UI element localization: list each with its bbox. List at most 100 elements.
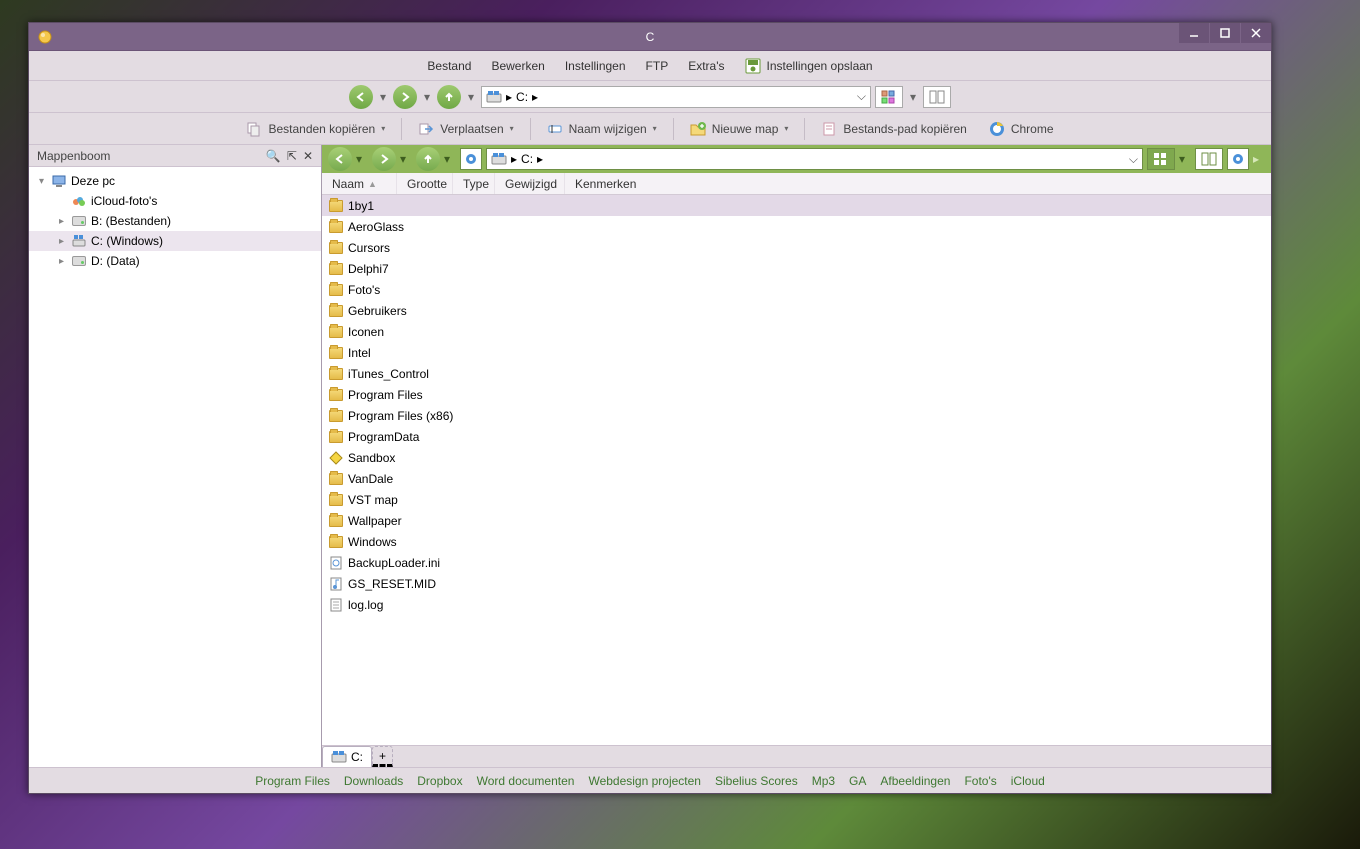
nav-back-dropdown[interactable]: ▾ [377,85,389,109]
content-forward-button[interactable] [372,147,396,171]
maximize-button[interactable] [1210,23,1240,43]
content-gear-button[interactable] [1227,148,1249,170]
file-list[interactable]: 1by1AeroGlassCursorsDelphi7Foto'sGebruik… [322,195,1271,745]
content-forward-dropdown[interactable]: ▾ [400,152,412,166]
menu-save-settings[interactable]: Instellingen opslaan [737,54,881,78]
file-row[interactable]: VanDale [322,468,1271,489]
content-address-bar[interactable]: ▸ C: ▸ ⌵ [486,148,1143,170]
content-play-button[interactable]: ▸ [1253,152,1265,166]
breadcrumb-sep[interactable]: ▸ [506,90,512,104]
file-row[interactable]: GS_RESET.MID [322,573,1271,594]
file-row[interactable]: Delphi7 [322,258,1271,279]
content-breadcrumb-sep[interactable]: ▸ [511,152,517,166]
menu-bestand[interactable]: Bestand [419,55,479,77]
menu-extras[interactable]: Extra's [680,55,732,77]
file-row[interactable]: Iconen [322,321,1271,342]
content-view-dropdown[interactable]: ▾ [1179,152,1191,166]
tree-item-icloud-foto-s[interactable]: iCloud-foto's [29,191,321,211]
tree-close-icon[interactable]: ✕ [303,149,313,163]
tab-add-button[interactable]: + [372,746,393,767]
tree-item-b-bestanden-[interactable]: ▸B: (Bestanden) [29,211,321,231]
content-back-button[interactable] [328,147,352,171]
column-grootte[interactable]: Grootte [397,173,453,194]
address-dropdown[interactable]: ⌵ [857,89,866,104]
folder-icon [328,471,344,487]
tool-copy-path[interactable]: Bestands-pad kopiëren [815,118,972,140]
tool-move[interactable]: Verplaatsen ▾ [412,118,519,140]
view-dropdown-1[interactable]: ▾ [907,85,919,109]
content-back-dropdown[interactable]: ▾ [356,152,368,166]
file-row[interactable]: Foto's [322,279,1271,300]
favorite-link-downloads[interactable]: Downloads [344,774,403,788]
view-button-2[interactable] [923,86,951,108]
content-address-dropdown[interactable]: ⌵ [1129,152,1138,167]
file-row[interactable]: Intel [322,342,1271,363]
favorite-link-afbeeldingen[interactable]: Afbeeldingen [880,774,950,788]
tree-search-icon[interactable]: 🔍 [266,149,281,163]
content-view-icons[interactable] [1147,148,1175,170]
content-breadcrumb-sep2[interactable]: ▸ [537,152,543,166]
tree-item-deze-pc[interactable]: ▾Deze pc [29,171,321,191]
content-up-dropdown[interactable]: ▾ [444,152,456,166]
tree-item-c-windows-[interactable]: ▸C: (Windows) [29,231,321,251]
tree-pin-icon[interactable]: ⇱ [287,149,297,163]
favorite-link-mp3[interactable]: Mp3 [812,774,835,788]
favorite-link-foto-s[interactable]: Foto's [964,774,996,788]
menu-bewerken[interactable]: Bewerken [483,55,552,77]
expander-icon[interactable]: ▾ [39,176,51,187]
column-naam[interactable]: Naam▲ [322,173,397,194]
file-row[interactable]: Windows [322,531,1271,552]
expander-icon[interactable]: ▸ [59,216,71,227]
menu-ftp[interactable]: FTP [638,55,677,77]
favorite-link-program-files[interactable]: Program Files [255,774,330,788]
breadcrumb-sep2[interactable]: ▸ [532,90,538,104]
file-row[interactable]: VST map [322,489,1271,510]
favorite-link-ga[interactable]: GA [849,774,866,788]
address-bar[interactable]: ▸ C: ▸ ⌵ [481,86,871,108]
column-kenmerken[interactable]: Kenmerken [565,173,1271,194]
file-row[interactable]: BackupLoader.ini [322,552,1271,573]
tool-chrome[interactable]: Chrome [983,118,1060,140]
expander-icon[interactable]: ▸ [59,236,71,247]
view-button-1[interactable] [875,86,903,108]
file-row[interactable]: 1by1 [322,195,1271,216]
tab-drive-c[interactable]: C: [322,746,372,767]
favorite-link-webdesign-projecten[interactable]: Webdesign projecten [588,774,701,788]
favorite-link-word-documenten[interactable]: Word documenten [477,774,575,788]
tool-rename[interactable]: Naam wijzigen ▾ [541,118,663,140]
nav-forward-dropdown[interactable]: ▾ [421,85,433,109]
favorite-link-icloud[interactable]: iCloud [1011,774,1045,788]
menu-instellingen[interactable]: Instellingen [557,55,634,77]
minimize-button[interactable] [1179,23,1209,43]
file-row[interactable]: iTunes_Control [322,363,1271,384]
file-row[interactable]: Program Files [322,384,1271,405]
file-row[interactable]: Program Files (x86) [322,405,1271,426]
content-view-split[interactable] [1195,148,1223,170]
favorite-link-dropbox[interactable]: Dropbox [417,774,462,788]
content-settings-button[interactable] [460,148,482,170]
favorite-link-sibelius-scores[interactable]: Sibelius Scores [715,774,798,788]
titlebar[interactable]: C [29,23,1271,51]
tool-new-folder[interactable]: Nieuwe map ▾ [684,118,795,140]
content-up-button[interactable] [416,147,440,171]
file-row[interactable]: Wallpaper [322,510,1271,531]
nav-up-button[interactable] [437,85,461,109]
nav-back-button[interactable] [349,85,373,109]
tree-item-d-data-[interactable]: ▸D: (Data) [29,251,321,271]
file-row[interactable]: Sandbox [322,447,1271,468]
file-row[interactable]: ProgramData [322,426,1271,447]
content-breadcrumb-drive[interactable]: C: [521,152,533,166]
close-button[interactable] [1241,23,1271,43]
tree-view[interactable]: ▾Deze pciCloud-foto's▸B: (Bestanden)▸C: … [29,167,321,767]
nav-forward-button[interactable] [393,85,417,109]
nav-up-dropdown[interactable]: ▾ [465,85,477,109]
file-row[interactable]: AeroGlass [322,216,1271,237]
file-row[interactable]: log.log [322,594,1271,615]
file-row[interactable]: Cursors [322,237,1271,258]
column-gewijzigd[interactable]: Gewijzigd [495,173,565,194]
column-type[interactable]: Type [453,173,495,194]
breadcrumb-drive[interactable]: C: [516,90,528,104]
tool-copy-files[interactable]: Bestanden kopiëren ▾ [240,118,391,140]
expander-icon[interactable]: ▸ [59,256,71,267]
file-row[interactable]: Gebruikers [322,300,1271,321]
